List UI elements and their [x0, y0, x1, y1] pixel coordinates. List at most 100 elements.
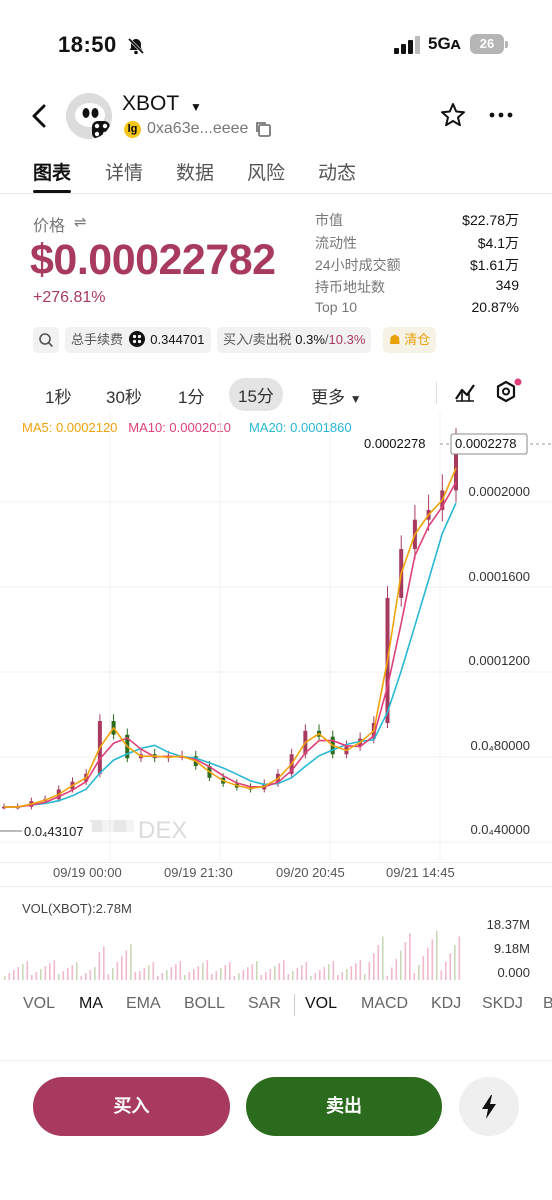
indicator-vol[interactable]: VOL: [23, 995, 55, 1013]
volume-bar: [431, 939, 434, 980]
back-arrow-icon[interactable]: [30, 102, 50, 130]
interval-1s[interactable]: 1秒: [45, 383, 71, 408]
volume-bar: [13, 970, 15, 980]
volume-bar: [53, 960, 56, 980]
volume-bar: [355, 963, 357, 980]
volume-bar: [179, 961, 182, 980]
search-icon: [39, 333, 53, 347]
price-chart[interactable]: 0.0002278 0.0002278 0.0002000 0.0001600 …: [0, 412, 552, 860]
low-marker: 0.0₄43107: [0, 822, 92, 840]
volume-bar: [328, 964, 330, 980]
active-tab-indicator: [33, 190, 71, 193]
volume-bar: [17, 967, 20, 980]
star-favorite-icon[interactable]: [440, 102, 466, 128]
volume-bar: [148, 965, 150, 980]
tab-details[interactable]: 详情: [105, 158, 143, 185]
tab-risk[interactable]: 风险: [247, 158, 285, 185]
stat-holders-label: 持币地址数: [315, 279, 385, 295]
tax-chip[interactable]: 买入/卖出税 0.3%/10.3%: [217, 327, 372, 353]
volume-bar: [89, 970, 92, 980]
fee-token-icon: [128, 331, 145, 347]
volume-bar: [314, 973, 317, 980]
volume-bar: [332, 961, 335, 980]
volume-bar: [76, 962, 78, 980]
volume-bar: [211, 974, 213, 980]
tab-data[interactable]: 数据: [176, 158, 214, 185]
volume-bar: [62, 971, 65, 980]
search-chip[interactable]: [33, 327, 59, 353]
token-name[interactable]: XBOT: [122, 92, 179, 116]
interval-1m[interactable]: 1分: [178, 383, 204, 408]
copy-icon[interactable]: [254, 120, 272, 138]
contract-address: 0xa63e...eeee: [147, 120, 249, 137]
volume-bar: [436, 930, 438, 980]
volume-bar: [305, 962, 308, 980]
indicator-ma[interactable]: MA: [79, 995, 103, 1013]
quick-trade-button[interactable]: [459, 1077, 519, 1136]
volume-bar: [269, 969, 272, 980]
volume-chart[interactable]: 18.37M 9.18M 0.000: [0, 918, 552, 984]
y-label: 0.0001200: [469, 653, 530, 668]
volume-bar: [112, 968, 114, 980]
volume-bar: [31, 975, 33, 980]
chevron-down-icon: ▼: [349, 392, 362, 406]
volume-bar: [134, 972, 137, 980]
tab-activity[interactable]: 动态: [318, 158, 356, 185]
interval-15m[interactable]: 15分: [229, 378, 283, 411]
volume-label: VOL(XBOT):2.78M: [22, 901, 132, 916]
current-price-label: 0.0002278: [364, 436, 425, 451]
buy-button[interactable]: 买入: [33, 1077, 230, 1136]
volume-bar: [440, 970, 443, 980]
volume-bar: [346, 969, 348, 980]
settings-hex-icon[interactable]: [494, 378, 524, 406]
x-label: 09/21 14:45: [386, 865, 455, 880]
volume-bar: [143, 968, 146, 980]
y-label: 0.0₄40000: [470, 822, 530, 837]
volume-bar: [337, 975, 339, 980]
dex-watermark-text: DEX: [138, 817, 187, 844]
indicator-chart-icon[interactable]: [453, 380, 477, 404]
interval-more[interactable]: 更多 ▼: [311, 383, 362, 408]
total-fee-chip[interactable]: 总手续费 0.344701: [65, 327, 211, 353]
volume-bar: [265, 972, 267, 980]
indicator-sar[interactable]: SAR: [248, 995, 281, 1013]
volume-bar: [247, 967, 249, 980]
dropdown-caret-icon[interactable]: ▼: [190, 100, 202, 114]
tab-chart[interactable]: 图表: [33, 158, 71, 185]
sell-button[interactable]: 卖出: [246, 1077, 442, 1136]
volume-bar: [278, 963, 281, 980]
clear-position-icon: ☗: [389, 332, 401, 347]
volume-bar: [103, 946, 105, 980]
volume-bar: [130, 944, 132, 980]
volume-bar: [67, 968, 69, 980]
interval-more-label: 更多: [311, 388, 345, 407]
volume-bar: [233, 976, 236, 980]
stat-top10-value: 20.87%: [471, 299, 519, 315]
indicator-skdj[interactable]: SKDJ: [482, 995, 523, 1013]
volume-bar: [256, 961, 258, 980]
indicator-b[interactable]: B: [543, 995, 552, 1013]
volume-bar: [283, 960, 285, 980]
battery-indicator: 26: [470, 34, 504, 54]
volume-bar: [139, 971, 141, 980]
volume-bar: [364, 974, 366, 980]
indicator-boll[interactable]: BOLL: [184, 995, 225, 1013]
swap-icon[interactable]: ⇌: [74, 213, 87, 231]
stat-volume-label: 24小时成交额: [315, 257, 401, 273]
volume-bar: [395, 959, 398, 980]
volume-bar: [386, 976, 389, 980]
bell-muted-icon: [127, 37, 145, 55]
volume-bar: [373, 953, 375, 980]
volume-bar: [161, 973, 164, 980]
indicator-kdj[interactable]: KDJ: [431, 995, 461, 1013]
indicator-ema[interactable]: EMA: [126, 995, 161, 1013]
indicator-vol-sub[interactable]: VOL: [305, 995, 337, 1013]
clear-position-chip[interactable]: ☗ 清仓: [383, 327, 437, 353]
interval-30s[interactable]: 30秒: [106, 383, 142, 408]
more-options-icon[interactable]: [488, 104, 514, 126]
chart-grid: [0, 412, 552, 860]
indicator-macd[interactable]: MACD: [361, 995, 408, 1013]
volume-bar: [22, 964, 24, 980]
volume-bar: [400, 950, 402, 980]
network-type: 5Gᴀ: [428, 34, 461, 53]
